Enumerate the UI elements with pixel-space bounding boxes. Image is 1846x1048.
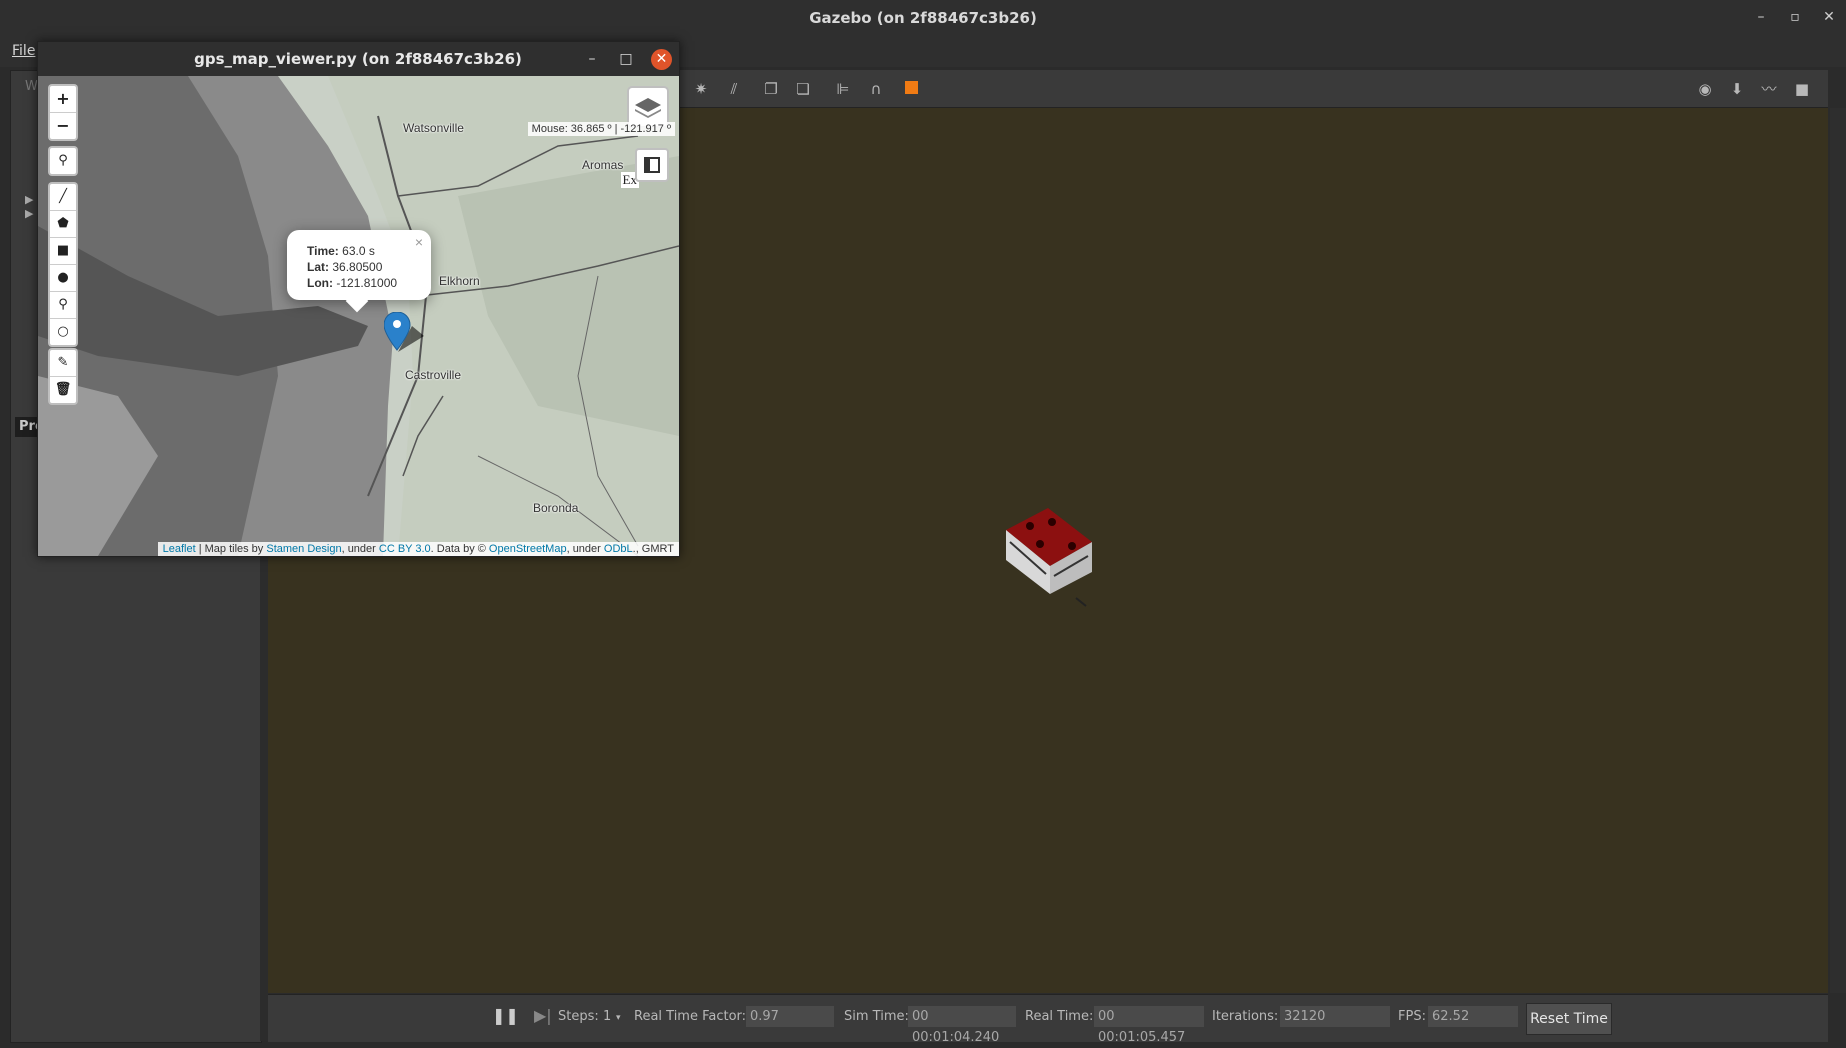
time-label: Time:	[307, 244, 339, 258]
popup-minimize-icon[interactable]: –	[582, 49, 602, 69]
paste-icon[interactable]: ❏	[794, 80, 812, 98]
marker-popup-close-icon[interactable]: ×	[415, 234, 423, 250]
gps-map-viewer-window: gps_map_viewer.py (on 2f88467c3b26) – □ …	[37, 41, 680, 557]
attribution-text: , under	[341, 543, 379, 555]
place-label: Elkhorn	[439, 274, 480, 288]
fps-label: FPS:	[1398, 1009, 1426, 1024]
fps-value: 62.52	[1428, 1006, 1518, 1027]
edit-layers-icon[interactable]: ✎	[50, 350, 76, 377]
stamen-link[interactable]: Stamen Design	[266, 543, 341, 555]
zoom-out-button[interactable]: −	[50, 113, 76, 139]
attribution-text: . Data by ©	[430, 543, 489, 555]
log-icon[interactable]: ⬇	[1728, 80, 1746, 98]
steps-dropdown-icon[interactable]: ▾	[616, 1013, 621, 1023]
directional-light-icon[interactable]: ⫽	[725, 80, 743, 98]
map-view[interactable]: + − ⚲ ╱ ⬟ ■ ● ⚲ ○ ✎ 🗑 Mouse: 36.865 º | …	[38, 76, 679, 556]
iterations-label: Iterations:	[1212, 1009, 1279, 1024]
light-icon[interactable]: ✷	[692, 80, 710, 98]
leaflet-link[interactable]: Leaflet	[163, 543, 196, 555]
right-panel-grip[interactable]	[1830, 108, 1846, 993]
lat-value: 36.80500	[332, 260, 383, 274]
step-icon[interactable]: ▶|	[534, 1006, 552, 1025]
popup-titlebar: gps_map_viewer.py (on 2f88467c3b26) – □ …	[38, 42, 679, 76]
gps-marker-icon[interactable]	[384, 312, 424, 354]
draw-circlemarker-icon[interactable]: ○	[50, 319, 76, 345]
odbl-link[interactable]: ODbL	[604, 543, 633, 555]
attribution-text: ., GMRT	[632, 543, 674, 555]
draw-marker-icon[interactable]: ⚲	[50, 292, 76, 319]
map-terrain	[38, 76, 679, 556]
rtf-value: 0.97	[746, 1006, 834, 1027]
reset-time-button[interactable]: Reset Time	[1526, 1003, 1612, 1035]
place-label: Aromas	[582, 158, 624, 172]
place-label: Boronda	[533, 501, 579, 515]
align-icon[interactable]: ⊫	[834, 80, 852, 98]
steps-value[interactable]: 1	[603, 1009, 611, 1024]
pause-icon[interactable]: ❚❚	[492, 1006, 519, 1025]
minimize-icon[interactable]: –	[1752, 8, 1770, 26]
robot-model[interactable]	[1000, 502, 1100, 612]
popup-close-button[interactable]: ✕	[651, 49, 672, 70]
time-value: 63.0 s	[342, 244, 375, 258]
attribution-text: | Map tiles by	[195, 543, 267, 555]
window-titlebar: Gazebo (on 2f88467c3b26) – ▫ ✕	[0, 0, 1846, 37]
copy-icon[interactable]: ❐	[762, 80, 780, 98]
world-tab-label[interactable]: W	[25, 79, 38, 94]
lon-label: Lon:	[307, 276, 333, 290]
window-title: Gazebo (on 2f88467c3b26)	[809, 9, 1037, 27]
iterations-value: 32120	[1280, 1006, 1390, 1027]
mouse-position-readout: Mouse: 36.865 º | -121.917 º	[527, 122, 675, 136]
draw-circle-icon[interactable]: ●	[50, 265, 76, 292]
steps-label: Steps:	[558, 1009, 599, 1024]
real-time-label: Real Time:	[1025, 1009, 1094, 1024]
draw-rectangle-icon[interactable]: ■	[50, 238, 76, 265]
zoom-in-button[interactable]: +	[50, 86, 76, 113]
menu-file[interactable]: File	[12, 43, 35, 59]
delete-layers-icon[interactable]: 🗑	[50, 377, 76, 403]
screenshot-icon[interactable]: ◉	[1696, 80, 1714, 98]
close-icon[interactable]: ✕	[1820, 8, 1838, 26]
marker-popup: × Time: 63.0 s Lat: 36.80500 Lon: -121.8…	[287, 230, 431, 313]
locate-marker-icon[interactable]: ⚲	[50, 148, 76, 174]
draw-polyline-icon[interactable]: ╱	[50, 184, 76, 211]
sim-time-label: Sim Time:	[844, 1009, 909, 1024]
popup-maximize-icon[interactable]: □	[616, 49, 636, 69]
bottom-bar: ❚❚ ▶| Steps: 1 ▾ Real Time Factor: 0.97 …	[268, 994, 1828, 1045]
plot-icon[interactable]: 〰	[1760, 80, 1778, 98]
lat-label: Lat:	[307, 260, 329, 274]
osm-link[interactable]: OpenStreetMap	[489, 543, 567, 555]
locate-control: ⚲	[48, 146, 78, 176]
edit-toolbar: ✎ 🗑	[48, 348, 78, 405]
map-attribution: Leaflet | Map tiles by Stamen Design, un…	[157, 542, 679, 556]
draw-polygon-icon[interactable]: ⬟	[50, 211, 76, 238]
draw-toolbar: ╱ ⬟ ■ ● ⚲ ○	[48, 182, 78, 347]
real-time-value: 00 00:01:05.457	[1094, 1006, 1204, 1045]
export-icon[interactable]	[635, 148, 669, 182]
snap-icon[interactable]: ∩	[867, 80, 885, 98]
zoom-control: + −	[48, 84, 78, 141]
lon-value: -121.81000	[336, 276, 398, 290]
place-label: Castroville	[405, 368, 462, 382]
rtf-label: Real Time Factor:	[634, 1009, 747, 1024]
video-record-icon[interactable]: ■	[1793, 80, 1811, 98]
view-angle-icon[interactable]	[902, 80, 920, 98]
place-label: Watsonville	[403, 121, 464, 135]
ccby-link[interactable]: CC BY 3.0	[379, 543, 431, 555]
expand-arrow-icon[interactable]: ▶	[25, 207, 33, 220]
expand-arrow-icon[interactable]: ▶	[25, 193, 33, 206]
sim-time-value: 00 00:01:04.240	[908, 1006, 1016, 1045]
maximize-icon[interactable]: ▫	[1786, 8, 1804, 26]
attribution-text: , under	[566, 543, 604, 555]
